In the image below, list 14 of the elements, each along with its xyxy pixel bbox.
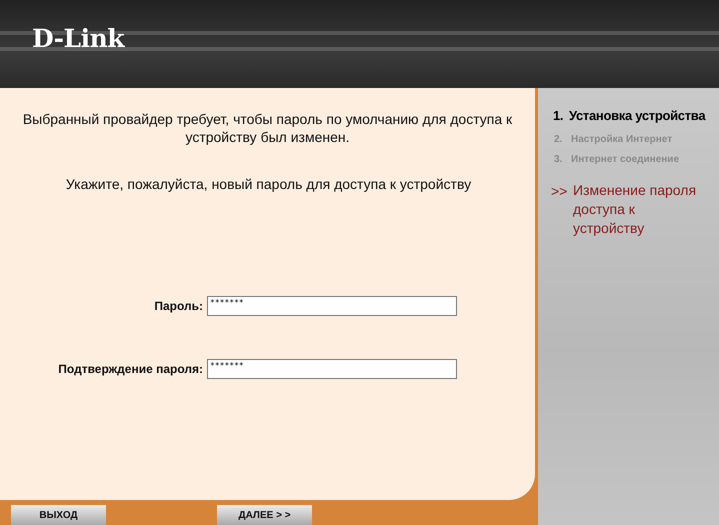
current-step-text: Изменение пароля доступа к устройству — [573, 181, 698, 238]
logo: D-Link — [32, 24, 124, 52]
exit-button[interactable]: ВЫХОД — [11, 505, 106, 525]
field-label: Подтверждение пароля: — [57, 362, 204, 376]
next-button[interactable]: ДАЛЕЕ > > — [217, 505, 312, 525]
field-label: Пароль: — [153, 299, 204, 313]
step-item: 1. Установка устройства — [553, 108, 707, 123]
message-text: Выбранный провайдер требует, чтобы пароль по умолчанию для доступа к устройству был изменен. — [22, 110, 514, 146]
step-item: 2. Настройка Интернет — [554, 134, 674, 145]
password-field[interactable]: ******* — [207, 359, 457, 379]
password-field[interactable]: ******* — [207, 296, 457, 316]
prompt-text: Укажите, пожалуйста, новый пароль для доступа к устройству — [64, 176, 472, 192]
current-step-marker: >> — [551, 183, 568, 201]
step-item: 3. Интернет соединение — [554, 154, 680, 165]
